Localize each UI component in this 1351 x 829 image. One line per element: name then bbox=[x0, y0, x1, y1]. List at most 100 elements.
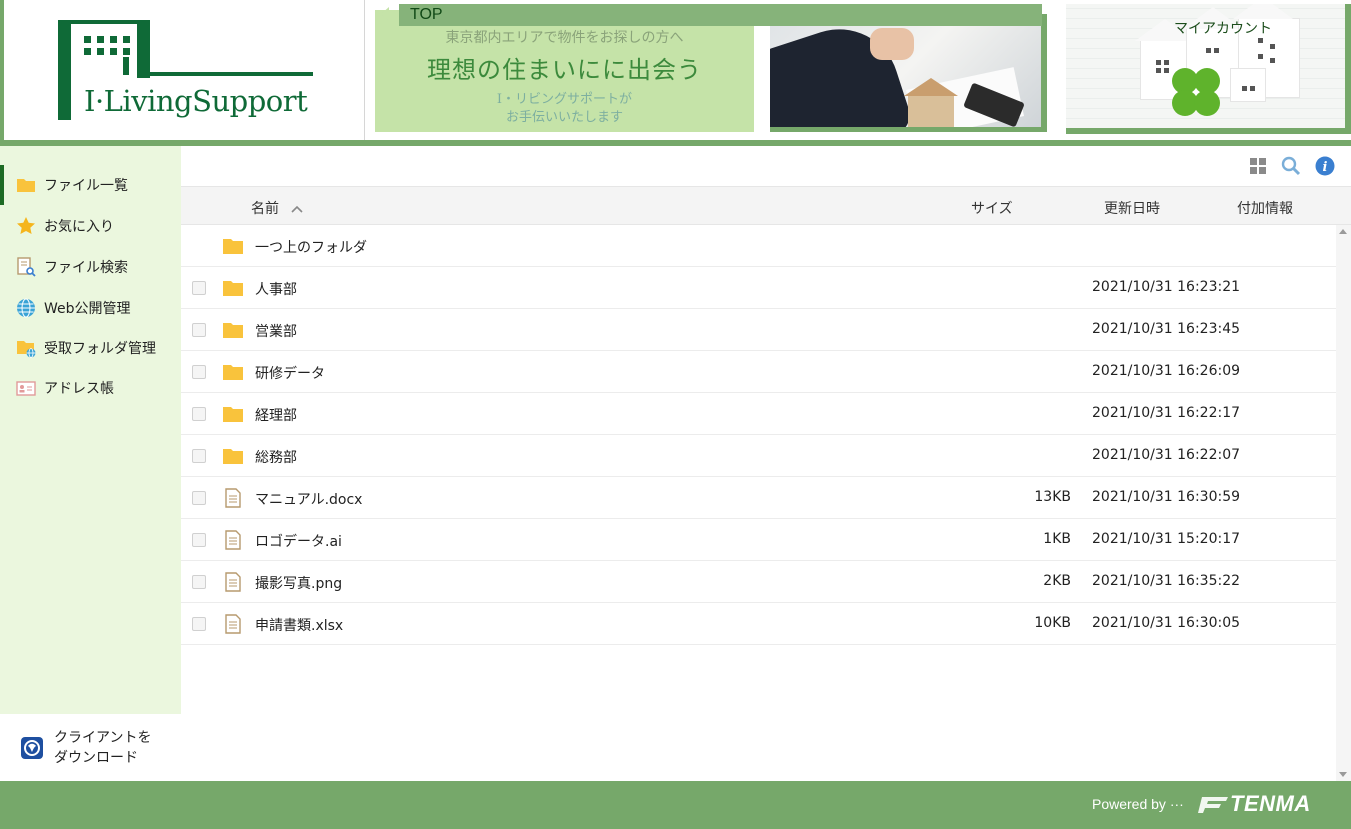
sidebar-item-label: 受取フォルダ管理 bbox=[44, 341, 156, 357]
column-name-header[interactable]: 名前 bbox=[251, 198, 304, 218]
file-date: 2021/10/31 16:30:59 bbox=[1092, 489, 1241, 505]
file-date: 2021/10/31 16:30:05 bbox=[1092, 615, 1241, 631]
scroll-down-icon[interactable] bbox=[1339, 772, 1347, 777]
folder-icon bbox=[222, 236, 244, 256]
globe-icon bbox=[16, 298, 36, 318]
logo-accent-bar bbox=[0, 0, 4, 140]
table-row[interactable]: 申請書類.xlsx 10KB 2021/10/31 16:30:05 bbox=[181, 603, 1336, 645]
folder-icon bbox=[222, 404, 244, 424]
file-name[interactable]: 研修データ bbox=[255, 363, 325, 383]
file-name[interactable]: 人事部 bbox=[255, 279, 297, 299]
download-client-line2: ダウンロード bbox=[54, 749, 138, 766]
toolbar: i bbox=[181, 146, 1351, 186]
file-date: 2021/10/31 16:23:21 bbox=[1092, 279, 1241, 295]
search-icon[interactable] bbox=[1281, 156, 1301, 176]
row-checkbox[interactable] bbox=[192, 575, 206, 589]
column-updated-header[interactable]: 更新日時 bbox=[1104, 198, 1160, 218]
list-header: 名前 サイズ 更新日時 付加情報 bbox=[181, 186, 1351, 225]
sidebar-item-label: アドレス帳 bbox=[44, 381, 114, 397]
row-checkbox[interactable] bbox=[192, 491, 206, 505]
sidebar-item-web-publish[interactable]: Web公開管理 bbox=[0, 288, 181, 328]
banner-photo-desk[interactable] bbox=[770, 14, 1047, 132]
sidebar-item-label: ファイル一覧 bbox=[44, 178, 128, 194]
column-size-header[interactable]: サイズ bbox=[971, 198, 1013, 218]
file-name[interactable]: マニュアル.docx bbox=[255, 489, 362, 509]
info-icon[interactable]: i bbox=[1315, 156, 1335, 176]
file-date: 2021/10/31 16:26:09 bbox=[1092, 363, 1241, 379]
file-date: 2021/10/31 16:22:07 bbox=[1092, 447, 1241, 463]
file-name[interactable]: 総務部 bbox=[255, 447, 297, 467]
file-size: 13KB bbox=[1034, 489, 1071, 505]
row-checkbox[interactable] bbox=[192, 365, 206, 379]
tenma-logo-icon bbox=[1198, 793, 1230, 817]
table-row[interactable]: ロゴデータ.ai 1KB 2021/10/31 15:20:17 bbox=[181, 519, 1336, 561]
row-checkbox[interactable] bbox=[192, 533, 206, 547]
file-size: 10KB bbox=[1034, 615, 1071, 631]
column-name-label: 名前 bbox=[251, 201, 279, 217]
receive-folder-icon bbox=[16, 338, 36, 358]
sidebar-item-file-list[interactable]: ファイル一覧 bbox=[0, 165, 181, 205]
scroll-up-icon[interactable] bbox=[1339, 229, 1347, 234]
table-row[interactable]: 研修データ 2021/10/31 16:26:09 bbox=[181, 351, 1336, 393]
tenma-logo-text: TENMA bbox=[1230, 791, 1311, 816]
file-name[interactable]: ロゴデータ.ai bbox=[255, 531, 342, 551]
file-list-panel: i 名前 サイズ 更新日時 付加情報 一つ上のフォルダ 人事部 2021/10/… bbox=[181, 146, 1351, 781]
logo[interactable]: I·LivingSupport bbox=[0, 0, 365, 140]
sidebar-item-address-book[interactable]: アドレス帳 bbox=[0, 368, 181, 408]
row-checkbox[interactable] bbox=[192, 617, 206, 631]
file-name[interactable]: 申請書類.xlsx bbox=[255, 615, 343, 635]
sidebar-item-favorites[interactable]: お気に入り bbox=[0, 206, 181, 246]
sidebar: ファイル一覧 お気に入り ファイル検索 Web公開管理 受取フォルダ管理 アドレ… bbox=[0, 146, 181, 781]
grid-view-icon[interactable] bbox=[1248, 156, 1268, 176]
document-icon bbox=[222, 530, 244, 550]
file-name[interactable]: 営業部 bbox=[255, 321, 297, 341]
file-date: 2021/10/31 15:20:17 bbox=[1092, 531, 1241, 547]
file-name[interactable]: 撮影写真.png bbox=[255, 573, 342, 593]
header: I·LivingSupport 東京都内エリアで物件をお探しの方へ 理想の住まい… bbox=[0, 0, 1351, 146]
banner-line3: I・リビングサポートが bbox=[496, 92, 633, 107]
sidebar-item-receive-folder[interactable]: 受取フォルダ管理 bbox=[0, 328, 181, 368]
parent-folder-row[interactable]: 一つ上のフォルダ bbox=[181, 225, 1336, 267]
table-row[interactable]: 撮影写真.png 2KB 2021/10/31 16:35:22 bbox=[181, 561, 1336, 603]
top-link[interactable]: TOP bbox=[399, 4, 1042, 26]
table-row[interactable]: 人事部 2021/10/31 16:23:21 bbox=[181, 267, 1336, 309]
row-checkbox[interactable] bbox=[192, 281, 206, 295]
table-row[interactable]: 経理部 2021/10/31 16:22:17 bbox=[181, 393, 1336, 435]
row-checkbox[interactable] bbox=[192, 323, 206, 337]
sidebar-item-file-search[interactable]: ファイル検索 bbox=[0, 247, 181, 287]
sidebar-item-label: お気に入り bbox=[44, 219, 114, 235]
document-icon bbox=[222, 572, 244, 592]
file-date: 2021/10/31 16:23:45 bbox=[1092, 321, 1241, 337]
file-name[interactable]: 経理部 bbox=[255, 405, 297, 425]
vertical-scrollbar[interactable] bbox=[1336, 225, 1351, 781]
folder-icon bbox=[222, 320, 244, 340]
banner-line1: 東京都内エリアで物件をお探しの方へ bbox=[445, 30, 684, 46]
banner-line4: お手伝いいたします bbox=[505, 110, 623, 125]
column-extra-header[interactable]: 付加情報 bbox=[1237, 198, 1293, 218]
sidebar-item-label: ファイル検索 bbox=[44, 260, 128, 276]
my-account-link[interactable]: マイアカウント bbox=[1163, 18, 1283, 38]
powered-by-text: Powered by ··· bbox=[1092, 796, 1184, 812]
document-icon bbox=[222, 488, 244, 508]
folder-icon bbox=[222, 362, 244, 382]
address-book-icon bbox=[16, 378, 36, 398]
folder-icon bbox=[222, 278, 244, 298]
star-icon bbox=[16, 216, 36, 236]
download-client-button[interactable]: クライアントを ダウンロード bbox=[0, 714, 181, 781]
parent-folder-label: 一つ上のフォルダ bbox=[255, 240, 367, 256]
document-icon bbox=[222, 614, 244, 634]
row-checkbox[interactable] bbox=[192, 407, 206, 421]
file-size: 2KB bbox=[1043, 573, 1071, 589]
logo-text: I·LivingSupport bbox=[84, 84, 308, 118]
file-list: 一つ上のフォルダ 人事部 2021/10/31 16:23:21 営業部 202… bbox=[181, 225, 1336, 645]
banner-headline: 理想の住まいにに出会う bbox=[427, 56, 702, 84]
table-row[interactable]: マニュアル.docx 13KB 2021/10/31 16:30:59 bbox=[181, 477, 1336, 519]
table-row[interactable]: 営業部 2021/10/31 16:23:45 bbox=[181, 309, 1336, 351]
table-row[interactable]: 総務部 2021/10/31 16:22:07 bbox=[181, 435, 1336, 477]
file-date: 2021/10/31 16:22:17 bbox=[1092, 405, 1241, 421]
footer: Powered by ··· TENMA bbox=[0, 781, 1351, 829]
row-checkbox[interactable] bbox=[192, 449, 206, 463]
file-date: 2021/10/31 16:35:22 bbox=[1092, 573, 1241, 589]
banner-ad[interactable]: 東京都内エリアで物件をお探しの方へ 理想の住まいにに出会う I・リビングサポート… bbox=[375, 10, 754, 132]
file-search-icon bbox=[16, 257, 36, 277]
